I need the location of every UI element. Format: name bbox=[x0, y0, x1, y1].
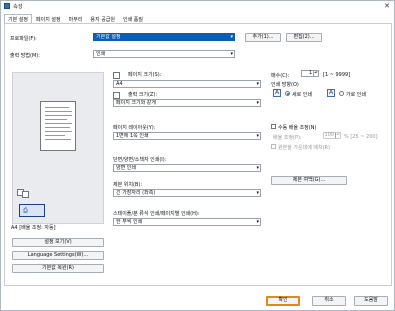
output-method-label: 출력 방법(M): bbox=[10, 53, 40, 59]
stepper-arrows-icon[interactable]: ▴▾ bbox=[313, 71, 318, 76]
pages-stack-icon bbox=[22, 191, 29, 198]
scaling-stepper[interactable]: 100 ▴▾ bbox=[323, 132, 341, 139]
stepper-arrows-icon[interactable]: ▴▾ bbox=[335, 133, 340, 138]
preview-caption: A4 [배율 조정: 자동] bbox=[11, 225, 56, 231]
copies-range: [1 ~ 9999] bbox=[323, 72, 351, 78]
scaling-value: 100 bbox=[324, 132, 334, 138]
cancel-button[interactable]: 취소 bbox=[312, 296, 346, 306]
page-layout-label: 페이지 레이아웃(Y): bbox=[113, 125, 156, 131]
copies-value: 1 bbox=[308, 70, 312, 76]
page-size-value: A4 bbox=[116, 81, 123, 87]
chevron-down-icon: ▾ bbox=[256, 165, 259, 171]
printer-icon: ⎙ bbox=[23, 207, 28, 214]
profile-select[interactable]: 기본값 설정 ▾ bbox=[93, 33, 235, 41]
staple-select[interactable]: 한 부씩 인쇄 ▾ bbox=[113, 218, 261, 226]
orientation-a-icon: A bbox=[273, 89, 281, 97]
ok-button[interactable]: 확인 bbox=[266, 296, 300, 306]
staple-value: 한 부씩 인쇄 bbox=[116, 219, 143, 225]
duplex-value: 양면 인쇄 bbox=[116, 165, 136, 171]
page-size-icon bbox=[113, 72, 120, 79]
basic-settings-panel: 프로파일(F): 기본값 설정 ▾ 추가(1)... 편집(2)... 출력 방… bbox=[4, 23, 392, 286]
profile-label: 프로파일(F): bbox=[10, 36, 37, 42]
page-size-label: 페이지 크기(S): bbox=[128, 72, 162, 78]
staple-label: 스테이플/분 류식 인쇄/페이지별 인쇄(H): bbox=[113, 211, 200, 217]
view-settings-button[interactable]: 설정 보기(V) bbox=[12, 238, 104, 247]
portrait-label: 세로 인쇄 bbox=[292, 92, 312, 98]
restore-defaults-button[interactable]: 기본값 복원(R) bbox=[12, 264, 104, 273]
page-layout-select[interactable]: 1면에 1쪽 인쇄 ▾ bbox=[113, 132, 261, 140]
page-size-select[interactable]: A4 ▾ bbox=[113, 80, 261, 88]
duplex-label: 단면/양면/소책자 인쇄(I): bbox=[113, 157, 167, 163]
chevron-down-icon: ▾ bbox=[256, 100, 259, 106]
output-size-select[interactable]: 페이지 크기와 같게 ▾ bbox=[113, 99, 261, 107]
chevron-down-icon: ▾ bbox=[256, 190, 259, 196]
chevron-down-icon: ▾ bbox=[256, 81, 259, 87]
output-size-value: 페이지 크기와 같게 bbox=[116, 100, 156, 106]
scaling-range: % [25 ~ 200] bbox=[344, 134, 378, 140]
print-preview bbox=[12, 72, 104, 224]
copies-stepper[interactable]: 1 ▴▾ bbox=[301, 70, 319, 77]
output-size-icon bbox=[113, 92, 120, 99]
chevron-down-icon: ▾ bbox=[256, 219, 259, 225]
orientation-label: 인쇄 방향(O) bbox=[271, 82, 299, 88]
duplex-select[interactable]: 양면 인쇄 ▾ bbox=[113, 164, 261, 172]
scaling-label: 배율 조정(P): bbox=[273, 135, 302, 141]
help-button[interactable]: 도움말 bbox=[354, 296, 388, 306]
window-title: 속성 bbox=[13, 4, 23, 10]
landscape-radio[interactable] bbox=[339, 91, 344, 96]
language-settings-button[interactable]: Language Settings(W)... bbox=[12, 251, 104, 260]
output-method-value: 인쇄 bbox=[96, 51, 106, 57]
binding-label: 제본 위치(B): bbox=[113, 182, 143, 188]
settings-view-toggle[interactable]: ⎙ bbox=[19, 204, 45, 217]
page-preview bbox=[40, 101, 76, 151]
profile-edit-button[interactable]: 편집(2)... bbox=[286, 33, 322, 42]
copies-label: 매수(C): bbox=[271, 73, 290, 79]
landscape-label: 가로 인쇄 bbox=[346, 92, 366, 98]
title-bar: 속성 ✕ bbox=[1, 1, 394, 11]
center-original-label: 원본을 가운데에 배치(R) bbox=[278, 145, 330, 151]
profile-value: 기본값 설정 bbox=[96, 34, 121, 40]
chevron-down-icon: ▾ bbox=[230, 51, 233, 57]
printer-app-icon bbox=[4, 3, 10, 9]
profile-add-button[interactable]: 추가(1)... bbox=[245, 33, 281, 42]
output-method-select[interactable]: 인쇄 ▾ bbox=[93, 50, 235, 58]
watermark-checkbox[interactable] bbox=[271, 144, 276, 149]
chevron-down-icon: ▾ bbox=[230, 34, 233, 40]
binding-margin-button[interactable]: 제본 여백(G)... bbox=[271, 176, 347, 185]
close-icon[interactable]: ✕ bbox=[384, 2, 390, 10]
manual-scaling-label: 수동 배율 조정(N) bbox=[278, 125, 317, 131]
landscape-a-icon: A bbox=[327, 89, 335, 97]
binding-select[interactable]: 긴 가장자리 (좌측) ▾ bbox=[113, 189, 261, 197]
output-size-label: 출력 크기(Z): bbox=[128, 92, 158, 98]
page-layout-value: 1면에 1쪽 인쇄 bbox=[116, 133, 149, 139]
portrait-radio[interactable] bbox=[285, 91, 290, 96]
binding-value: 긴 가장자리 (좌측) bbox=[116, 190, 156, 196]
printer-properties-dialog: 속성 ✕ 기본 설정 페이지 설정 마무리 용지 공급원 인쇄 품질 프로파일(… bbox=[0, 0, 395, 311]
manual-scaling-checkbox[interactable] bbox=[271, 124, 276, 129]
chevron-down-icon: ▾ bbox=[256, 133, 259, 139]
